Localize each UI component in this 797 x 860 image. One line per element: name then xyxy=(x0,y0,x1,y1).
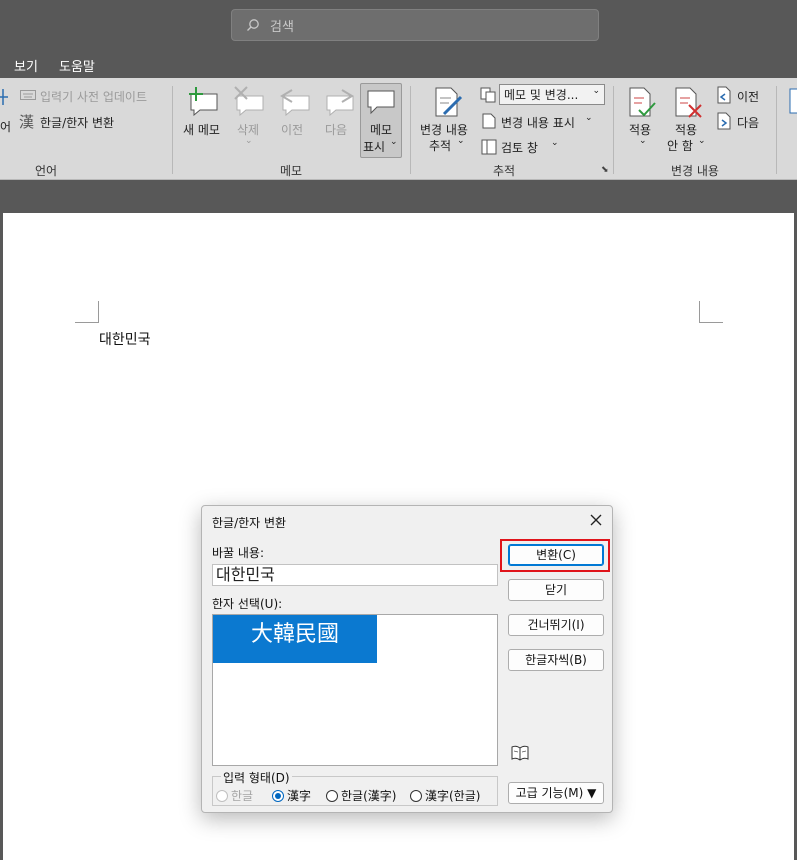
convert-button[interactable]: 변환(C) xyxy=(508,544,604,566)
dialog-launcher-icon[interactable]: ⬊ xyxy=(601,165,609,175)
show-comments-button[interactable]: 메모 표시 ⌄ xyxy=(360,83,402,158)
search-box[interactable]: 검색 xyxy=(231,9,599,41)
radio-circle-selected xyxy=(272,789,284,802)
review-pane-button[interactable]: 검토 창 xyxy=(501,139,538,156)
new-comment-button[interactable]: 새 메모 xyxy=(183,121,220,138)
hanja-option-selected[interactable]: 大韓民國 xyxy=(213,615,377,663)
ribbon-separator xyxy=(410,86,411,174)
radio-hanja-hangul-label: 漢字(한글) xyxy=(425,789,481,803)
hanja-list[interactable]: 大韓民國 xyxy=(212,614,498,766)
chevron-down-icon: ⌄ xyxy=(698,136,706,146)
close-button[interactable]: 닫기 xyxy=(508,579,604,601)
group-label-language: 언어 xyxy=(34,164,58,178)
previous-change-icon xyxy=(717,86,731,104)
track-changes-label-2: 추적 xyxy=(429,139,452,153)
dictionary-icon[interactable] xyxy=(510,744,530,762)
markup-select-value: 메모 및 변경... xyxy=(504,88,579,102)
crop-mark xyxy=(75,301,99,323)
show-comments-label-1: 메모 xyxy=(369,123,393,137)
chevron-down-icon: ⌄ xyxy=(390,137,398,147)
chevron-down-icon: ⌄ xyxy=(592,86,600,96)
next-change-button[interactable]: 다음 xyxy=(737,114,759,131)
search-icon xyxy=(247,19,259,31)
reject-change-icon xyxy=(675,87,702,118)
ime-dictionary-update-button[interactable]: 입력기 사전 업데이트 xyxy=(40,88,147,105)
chevron-down-icon: ⌄ xyxy=(551,138,559,148)
chevron-down-icon: ⌄ xyxy=(639,136,647,146)
input-form-legend: 입력 형태(D) xyxy=(221,769,292,786)
close-icon[interactable] xyxy=(588,512,604,528)
crop-mark xyxy=(699,301,723,323)
show-markup-button[interactable]: 변경 내용 표시 xyxy=(501,114,575,131)
chevron-down-icon: ⌄ xyxy=(245,136,253,146)
next-comment-button[interactable]: 다음 xyxy=(325,121,347,138)
radio-hangul[interactable]: 한글 xyxy=(216,787,253,804)
document-text[interactable]: 대한민국 xyxy=(99,329,151,349)
advanced-options-button[interactable]: 고급 기능(M) ▼ xyxy=(508,782,604,804)
group-label-memo: 메모 xyxy=(279,164,303,178)
title-bar: 검색 xyxy=(0,0,797,50)
replace-label: 바꿀 내용: xyxy=(212,546,265,560)
ribbon-partial-right-icon xyxy=(789,88,797,114)
char-by-char-button[interactable]: 한글자씩(B) xyxy=(508,649,604,671)
hanja-icon: 漢 xyxy=(19,113,35,131)
tab-view[interactable]: 보기 xyxy=(14,56,38,75)
group-label-changes: 변경 내용 xyxy=(671,164,719,178)
reject-change-label-2: 안 함 xyxy=(667,139,693,153)
search-placeholder: 검색 xyxy=(270,19,294,35)
ribbon: 어 입력기 사전 업데이트 漢 한글/한자 변환 언어 새 메모 삭제 ⌄ 이전… xyxy=(0,78,797,180)
track-changes-icon xyxy=(435,87,463,117)
markup-select-dropdown[interactable]: 메모 및 변경... ⌄ xyxy=(499,84,605,105)
hangul-hanja-convert-button[interactable]: 한글/한자 변환 xyxy=(40,114,114,131)
delete-comment-icon xyxy=(234,86,264,116)
radio-hangul-label: 한글 xyxy=(231,789,254,803)
radio-circle xyxy=(216,789,228,802)
show-comments-label-2: 표시 xyxy=(363,140,386,154)
ribbon-separator xyxy=(613,86,614,174)
radio-hanja-label: 漢字 xyxy=(287,789,312,803)
show-markup-icon xyxy=(482,113,496,129)
previous-change-button[interactable]: 이전 xyxy=(737,88,759,105)
next-change-icon xyxy=(717,112,731,130)
radio-hanja-hangul[interactable]: 漢字(한글) xyxy=(410,787,480,804)
accept-change-icon xyxy=(629,87,656,117)
review-pane-icon xyxy=(481,139,497,155)
tab-help[interactable]: 도움말 xyxy=(59,56,95,75)
next-comment-icon xyxy=(326,89,354,116)
ribbon-partial-icon xyxy=(0,89,8,105)
chevron-down-icon: ⌄ xyxy=(457,136,465,146)
show-comments-icon xyxy=(367,90,395,115)
radio-hangul-hanja-label: 한글(漢字) xyxy=(341,789,397,803)
radio-hanja[interactable]: 漢字 xyxy=(272,787,311,804)
replace-input[interactable]: 대한민국 xyxy=(212,564,498,586)
keyboard-icon xyxy=(20,90,36,100)
previous-comment-button[interactable]: 이전 xyxy=(281,121,303,138)
reject-change-button[interactable]: 적용 xyxy=(675,121,697,138)
menu-bar: 보기 도움말 xyxy=(0,50,797,78)
radio-hangul-hanja[interactable]: 한글(漢字) xyxy=(326,787,396,804)
markup-display-icon xyxy=(480,87,496,103)
ribbon-partial-label: 어 xyxy=(0,120,12,134)
hangul-hanja-dialog: 한글/한자 변환 바꿀 내용: 대한민국 한자 선택(U): 大韓民國 변환(C… xyxy=(201,505,613,813)
radio-circle xyxy=(410,789,422,802)
ribbon-separator xyxy=(172,86,173,174)
previous-comment-icon xyxy=(280,89,310,116)
dialog-title: 한글/한자 변환 xyxy=(212,516,287,530)
chevron-down-icon: ⌄ xyxy=(585,113,593,123)
new-comment-icon xyxy=(189,87,218,116)
radio-circle xyxy=(326,789,338,802)
group-label-tracking: 추적 xyxy=(492,164,516,178)
hanja-select-label: 한자 선택(U): xyxy=(212,597,283,611)
skip-button[interactable]: 건너뛰기(I) xyxy=(508,614,604,636)
ribbon-separator xyxy=(776,86,777,174)
